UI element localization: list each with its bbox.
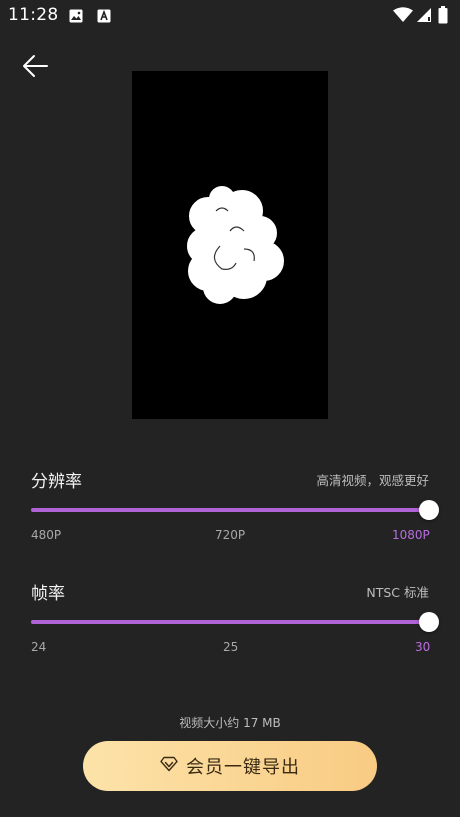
status-bar: 11:28 bbox=[0, 0, 460, 32]
cloud-sticker-image bbox=[187, 186, 284, 304]
framerate-slider-thumb[interactable] bbox=[419, 612, 439, 632]
resolution-slider-thumb[interactable] bbox=[419, 500, 439, 520]
framerate-slider-fill bbox=[31, 620, 429, 624]
image-icon bbox=[69, 8, 83, 27]
video-size-text: 视频大小约 17 MB bbox=[179, 716, 281, 730]
resolution-description: 高清视频，观感更好 bbox=[316, 473, 429, 488]
resolution-option-1080p[interactable]: 1080P bbox=[392, 528, 430, 542]
framerate-title: 帧率 bbox=[31, 584, 65, 604]
font-a-icon bbox=[97, 8, 111, 27]
battery-icon bbox=[438, 6, 448, 28]
framerate-option-30[interactable]: 30 bbox=[415, 640, 430, 654]
signal-icon bbox=[416, 7, 432, 27]
video-preview bbox=[132, 71, 328, 419]
arrow-left-icon bbox=[23, 55, 48, 77]
framerate-description: NTSC 标准 bbox=[366, 585, 429, 600]
framerate-slider[interactable] bbox=[31, 611, 439, 635]
member-export-button[interactable]: 会员一键导出 bbox=[83, 741, 377, 791]
wifi-icon bbox=[393, 7, 413, 27]
diamond-icon bbox=[160, 756, 178, 776]
resolution-slider[interactable] bbox=[31, 499, 439, 523]
framerate-option-24[interactable]: 24 bbox=[31, 640, 46, 654]
export-button-label: 会员一键导出 bbox=[186, 757, 300, 778]
status-time: 11:28 bbox=[8, 5, 59, 25]
framerate-option-25[interactable]: 25 bbox=[223, 640, 238, 654]
resolution-option-720p[interactable]: 720P bbox=[215, 528, 245, 542]
resolution-title: 分辨率 bbox=[31, 472, 82, 492]
resolution-option-480p[interactable]: 480P bbox=[31, 528, 61, 542]
resolution-slider-fill bbox=[31, 508, 429, 512]
back-button[interactable] bbox=[18, 50, 54, 82]
